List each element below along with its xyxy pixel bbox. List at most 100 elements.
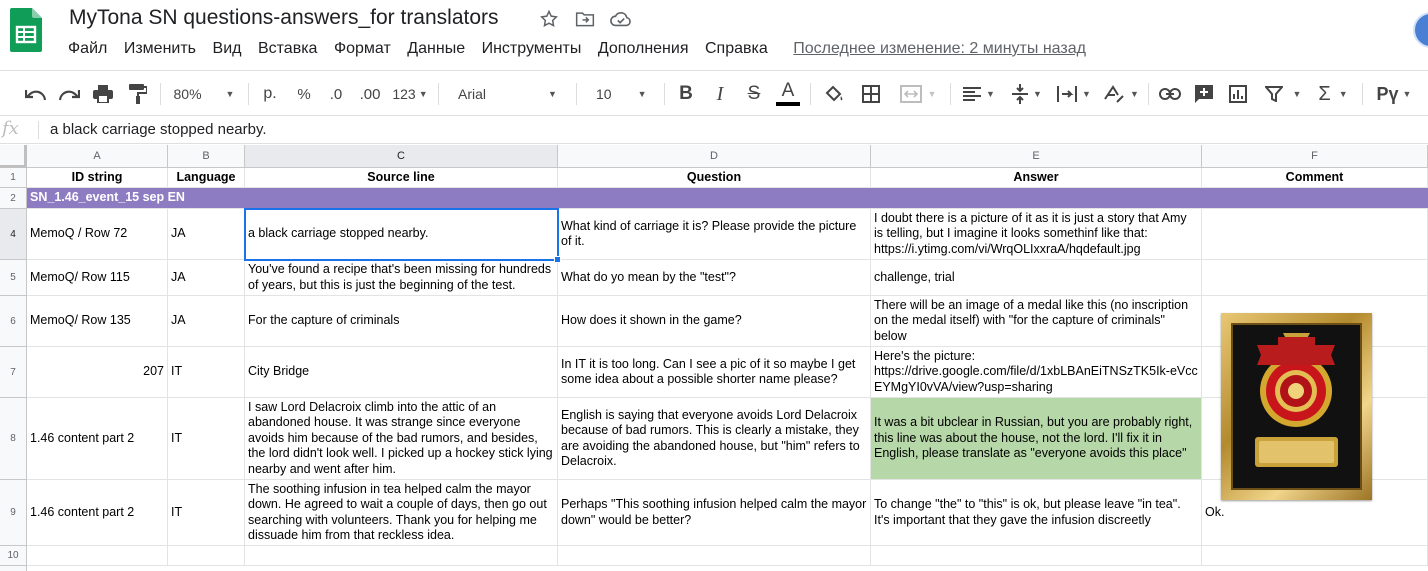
row-header-5[interactable]: 5 [0, 260, 27, 296]
functions-icon[interactable]: Σ ▼ [1312, 71, 1354, 117]
row-header-4[interactable]: 4 [0, 209, 27, 260]
header-question[interactable]: Question [558, 168, 871, 188]
currency-format-button[interactable]: р. [256, 71, 284, 117]
cell-b6[interactable]: JA [168, 296, 245, 347]
horizontal-align-icon[interactable]: ▼ [958, 71, 1000, 117]
increase-decimal-button[interactable]: .00 [355, 71, 385, 117]
menu-addons[interactable]: Дополнения [598, 40, 697, 58]
filter-icon[interactable]: ▼ [1258, 71, 1308, 117]
menu-help[interactable]: Справка [705, 40, 776, 58]
font-size-select[interactable]: 10 ▼ [586, 71, 656, 117]
undo-icon[interactable] [22, 71, 50, 117]
menu-file[interactable]: Файл [68, 40, 116, 58]
row-header-10[interactable]: 10 [0, 546, 27, 566]
column-header-e[interactable]: E [871, 145, 1202, 168]
input-tools-button[interactable]: Рү ▼ [1370, 71, 1418, 117]
borders-icon[interactable] [857, 71, 885, 117]
column-header-b[interactable]: B [168, 145, 245, 168]
row-header-11[interactable] [0, 566, 27, 571]
move-to-folder-icon[interactable] [574, 8, 596, 30]
row-header-7[interactable]: 7 [0, 347, 27, 398]
menu-format[interactable]: Формат [334, 40, 399, 58]
insert-link-icon[interactable] [1156, 71, 1184, 117]
menu-edit[interactable]: Изменить [124, 40, 205, 58]
star-icon[interactable] [538, 8, 560, 30]
row-header-8[interactable]: 8 [0, 398, 27, 480]
row-header-6[interactable]: 6 [0, 296, 27, 347]
menu-data[interactable]: Данные [407, 40, 473, 58]
cell-d5[interactable]: What do yo mean by the "test"? [558, 260, 871, 296]
account-avatar[interactable] [1413, 12, 1428, 48]
section-row[interactable]: SN_1.46_event_15 sep EN [27, 188, 1428, 209]
cell-b5[interactable]: JA [168, 260, 245, 296]
cell-e5[interactable]: challenge, trial [871, 260, 1202, 296]
fill-color-icon[interactable] [820, 71, 848, 117]
zoom-select[interactable]: 80% ▼ [168, 71, 240, 117]
cell-d6[interactable]: How does it shown in the game? [558, 296, 871, 347]
cloud-saved-icon[interactable] [610, 8, 632, 30]
font-family-select[interactable]: Arial ▼ [450, 71, 568, 117]
cell-a8[interactable]: 1.46 content part 2 [27, 398, 168, 480]
cell-a7[interactable]: 207 [27, 347, 168, 398]
cell-c6[interactable]: For the capture of criminals [245, 296, 558, 347]
cell-e9[interactable]: To change "the" to "this" is ok, but ple… [871, 480, 1202, 546]
percent-format-button[interactable]: % [290, 71, 318, 117]
cell-b10[interactable] [168, 546, 245, 566]
row-header-9[interactable]: 9 [0, 480, 27, 546]
column-header-d[interactable]: D [558, 145, 871, 168]
cell-e8[interactable]: It was a bit ubclear in Russian, but you… [871, 398, 1202, 480]
paint-format-icon[interactable] [124, 71, 152, 117]
cell-a5[interactable]: MemoQ/ Row 115 [27, 260, 168, 296]
merge-cells-icon[interactable]: ▼ [893, 71, 943, 117]
vertical-align-icon[interactable]: ▼ [1006, 71, 1048, 117]
insert-chart-icon[interactable] [1224, 71, 1252, 117]
cell-a4[interactable]: MemoQ / Row 72 [27, 209, 168, 260]
medal-image[interactable] [1221, 313, 1372, 500]
cell-b7[interactable]: IT [168, 347, 245, 398]
cell-e6[interactable]: There will be an image of a medal like t… [871, 296, 1202, 347]
cell-d10[interactable] [558, 546, 871, 566]
column-header-c[interactable]: C [245, 145, 558, 168]
cell-a9[interactable]: 1.46 content part 2 [27, 480, 168, 546]
select-all-corner[interactable] [0, 145, 27, 168]
text-wrapping-icon[interactable]: ▼ [1053, 71, 1095, 117]
cell-c9[interactable]: The soothing infusion in tea helped calm… [245, 480, 558, 546]
italic-icon[interactable]: I [706, 71, 734, 117]
text-rotation-icon[interactable]: ▼ [1100, 71, 1142, 117]
last-edit-link[interactable]: Последнее изменение: 2 минуты назад [793, 40, 1086, 58]
row-header-1[interactable]: 1 [0, 168, 27, 188]
cell-d9[interactable]: Perhaps "This soothing infusion helped c… [558, 480, 871, 546]
menu-tools[interactable]: Инструменты [482, 40, 590, 58]
cell-f4[interactable] [1202, 209, 1428, 260]
cell-c4[interactable]: a black carriage stopped nearby. [245, 209, 558, 260]
cell-e4[interactable]: I doubt there is a picture of it as it i… [871, 209, 1202, 260]
cell-d8[interactable]: English is saying that everyone avoids L… [558, 398, 871, 480]
column-header-f[interactable]: F [1202, 145, 1428, 168]
fill-handle[interactable] [554, 256, 561, 263]
header-language[interactable]: Language [168, 168, 245, 188]
cell-f10[interactable] [1202, 546, 1428, 566]
cell-e7[interactable]: Here's the picture: https://drive.google.… [871, 347, 1202, 398]
strikethrough-icon[interactable]: S [740, 71, 768, 117]
menu-insert[interactable]: Вставка [258, 40, 326, 58]
print-icon[interactable] [89, 71, 117, 117]
row-header-2[interactable]: 2 [0, 188, 27, 209]
cell-b9[interactable]: IT [168, 480, 245, 546]
cell-a10[interactable] [27, 546, 168, 566]
cell-d4[interactable]: What kind of carriage it is? Please prov… [558, 209, 871, 260]
cell-d7[interactable]: In IT it is too long. Can I see a pic of… [558, 347, 871, 398]
document-title[interactable]: MyTona SN questions-answers_for translat… [69, 6, 499, 30]
cell-c8[interactable]: I saw Lord Delacroix climb into the atti… [245, 398, 558, 480]
header-id-string[interactable]: ID string [27, 168, 168, 188]
header-source-line[interactable]: Source line [245, 168, 558, 188]
cell-c7[interactable]: City Bridge [245, 347, 558, 398]
cell-e10[interactable] [871, 546, 1202, 566]
insert-comment-icon[interactable] [1190, 71, 1218, 117]
menu-view[interactable]: Вид [213, 40, 250, 58]
cell-b8[interactable]: IT [168, 398, 245, 480]
sheets-logo-icon[interactable] [10, 8, 42, 52]
more-formats-button[interactable]: 123 ▼ [390, 71, 430, 117]
header-comment[interactable]: Comment [1202, 168, 1428, 188]
cell-f5[interactable] [1202, 260, 1428, 296]
redo-icon[interactable] [55, 71, 83, 117]
